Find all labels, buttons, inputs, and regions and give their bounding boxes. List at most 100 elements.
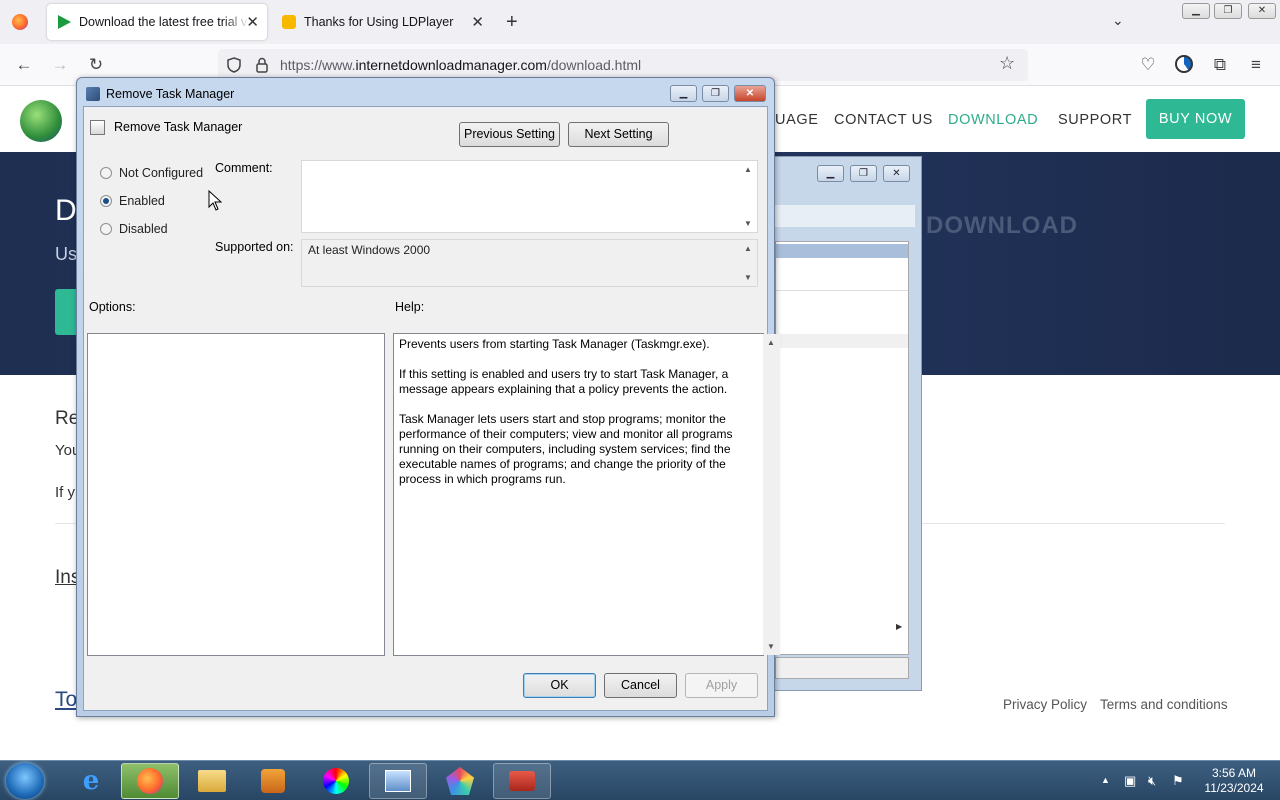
dialog-title: Remove Task Manager xyxy=(106,87,235,101)
shield-icon[interactable] xyxy=(227,57,241,73)
taskbar-explorer[interactable] xyxy=(183,763,241,799)
taskbar-internet-explorer[interactable]: e xyxy=(62,763,120,799)
tab-label: Download the latest free trial ve xyxy=(79,15,249,29)
network-icon[interactable]: ▣ xyxy=(1124,773,1136,789)
taskbar-color-app[interactable] xyxy=(307,763,365,799)
hero-download-watermark: DOWNLOAD xyxy=(926,212,1078,239)
restore-window-button[interactable]: ❐ xyxy=(1214,3,1242,19)
minimize-icon[interactable]: ▁ xyxy=(670,85,697,102)
taskbar-control-panel[interactable] xyxy=(369,763,427,799)
taskbar-app-polygon[interactable] xyxy=(431,763,489,799)
new-tab-icon[interactable]: + xyxy=(506,11,518,34)
radio-label: Not Configured xyxy=(119,166,204,180)
nav-download[interactable]: DOWNLOAD xyxy=(948,112,1038,128)
show-hidden-icons[interactable]: ▲ xyxy=(1101,775,1110,785)
url-prefix: https://www. xyxy=(280,57,356,73)
dialog-body: Remove Task Manager Previous Setting Nex… xyxy=(83,106,780,711)
scroll-up-icon[interactable]: ▲ xyxy=(744,165,752,174)
supported-scrollbar[interactable]: ▲ ▼ xyxy=(740,240,757,286)
to-link[interactable]: To xyxy=(55,688,77,712)
app-menu-icon[interactable]: ≡ xyxy=(1246,55,1266,75)
hero-title: D xyxy=(55,194,77,227)
back-arrow-icon[interactable]: ← xyxy=(14,55,34,75)
taskbar-media-player[interactable] xyxy=(244,763,302,799)
internet-explorer-icon: e xyxy=(82,766,100,796)
radio-enabled[interactable]: Enabled xyxy=(100,194,165,208)
close-window-button[interactable]: ✕ xyxy=(1248,3,1276,19)
polygon-app-icon xyxy=(446,767,474,795)
start-orb-icon[interactable] xyxy=(6,763,44,799)
radio-disabled[interactable]: Disabled xyxy=(100,222,168,236)
radio-button[interactable] xyxy=(100,195,112,207)
toolbox-icon xyxy=(509,771,535,791)
bookmark-star-icon[interactable]: ☆ xyxy=(999,53,1015,74)
radio-not-configured[interactable]: Not Configured xyxy=(100,166,203,180)
minimize-icon[interactable]: ▁ xyxy=(817,165,844,182)
minimize-window-button[interactable]: ▁ xyxy=(1182,3,1210,19)
buy-now-button[interactable]: BUY NOW xyxy=(1146,99,1245,139)
clock-date: 11/23/2024 xyxy=(1204,781,1264,795)
comment-textarea[interactable]: ▲ ▼ xyxy=(301,160,758,233)
close-icon[interactable]: ✕ xyxy=(883,165,910,182)
cancel-button[interactable]: Cancel xyxy=(604,673,677,698)
tab-label: Thanks for Using LDPlayer xyxy=(304,15,454,29)
help-scrollbar[interactable]: ▲ ▼ xyxy=(763,334,780,655)
scroll-down-icon[interactable]: ▼ xyxy=(744,273,752,282)
nav-support[interactable]: SUPPORT xyxy=(1058,112,1132,128)
list-tabs-chevron-icon[interactable]: ⌄ xyxy=(1112,12,1124,29)
tab-ldplayer[interactable]: Thanks for Using LDPlayer ✕ xyxy=(272,4,492,40)
close-tab-icon[interactable]: ✕ xyxy=(471,13,484,31)
account-icon[interactable] xyxy=(1175,55,1193,73)
lock-icon[interactable] xyxy=(256,57,268,73)
taskbar-toolbox[interactable] xyxy=(493,763,551,799)
tab-idm-download[interactable]: Download the latest free trial ve ✕ xyxy=(47,4,267,40)
extensions-icon[interactable]: ⧉ xyxy=(1210,55,1230,75)
terms-link[interactable]: Terms and conditions xyxy=(1100,697,1228,712)
previous-setting-button[interactable]: Previous Setting xyxy=(459,122,560,147)
url-text[interactable]: https://www.internetdownloadmanager.com/… xyxy=(280,57,641,73)
scroll-down-icon[interactable]: ▼ xyxy=(767,642,775,651)
idm-logo-icon[interactable] xyxy=(20,100,62,142)
nav-language[interactable]: UAGE xyxy=(775,112,819,128)
maximize-icon[interactable]: ❐ xyxy=(702,85,729,102)
close-tab-icon[interactable]: ✕ xyxy=(246,13,259,31)
options-label: Options: xyxy=(89,300,136,314)
scroll-up-icon[interactable]: ▲ xyxy=(767,338,775,347)
system-clock[interactable]: 3:56 AM 11/23/2024 xyxy=(1194,766,1274,796)
apply-button[interactable]: Apply xyxy=(685,673,758,698)
supported-on-field: At least Windows 2000 ▲ ▼ xyxy=(301,239,758,287)
radio-label: Disabled xyxy=(119,222,168,236)
maximize-icon[interactable]: ❐ xyxy=(850,165,877,182)
policy-dialog-icon xyxy=(86,87,100,101)
help-pane: Prevents users from starting Task Manage… xyxy=(393,333,780,656)
ldplayer-icon xyxy=(282,15,296,29)
ok-button[interactable]: OK xyxy=(523,673,596,698)
background-window-toolbar xyxy=(775,205,915,227)
action-center-flag-icon[interactable]: ⚑ xyxy=(1172,773,1184,789)
radio-button[interactable] xyxy=(100,167,112,179)
body-text: If y xyxy=(55,484,76,501)
forward-arrow-icon[interactable]: → xyxy=(50,55,70,75)
supported-on-label: Supported on: xyxy=(215,240,294,254)
privacy-policy-link[interactable]: Privacy Policy xyxy=(1003,697,1087,712)
reload-icon[interactable]: ↻ xyxy=(86,55,106,75)
control-panel-icon xyxy=(385,770,411,792)
setting-name: Remove Task Manager xyxy=(114,120,243,134)
supported-on-value: At least Windows 2000 xyxy=(308,243,431,257)
background-window-status xyxy=(775,657,909,679)
pocket-icon[interactable]: ♡ xyxy=(1138,55,1158,75)
comment-scrollbar[interactable]: ▲ ▼ xyxy=(740,161,757,232)
taskbar-firefox[interactable] xyxy=(121,763,179,799)
hero-subtitle: Us xyxy=(55,244,77,264)
radio-button[interactable] xyxy=(100,223,112,235)
options-pane xyxy=(87,333,385,656)
scroll-up-icon[interactable]: ▲ xyxy=(744,244,752,253)
firefox-menu-icon[interactable] xyxy=(12,14,28,30)
nav-contact-us[interactable]: CONTACT US xyxy=(834,112,933,128)
scroll-down-icon[interactable]: ▼ xyxy=(744,219,752,228)
background-window[interactable]: ▁ ❐ ✕ ▶ xyxy=(772,156,922,691)
volume-muted-icon[interactable]: 🔇︎ xyxy=(1148,773,1156,789)
scroll-right-icon[interactable]: ▶ xyxy=(896,622,902,631)
next-setting-button[interactable]: Next Setting xyxy=(568,122,669,147)
close-icon[interactable]: ✕ xyxy=(734,85,766,102)
